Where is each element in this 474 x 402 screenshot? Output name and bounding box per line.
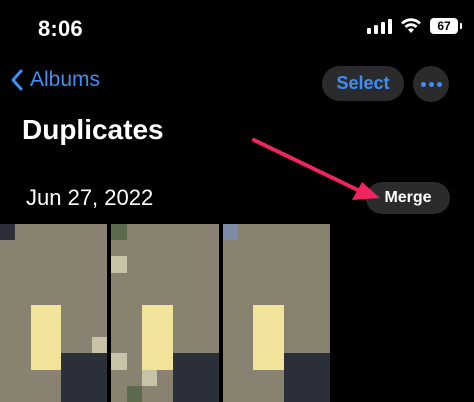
photo-thumbnail[interactable] (0, 224, 108, 402)
more-options-button[interactable] (413, 66, 449, 102)
battery-level: 67 (437, 19, 451, 33)
battery-icon: 67 (430, 18, 462, 34)
status-time: 8:06 (38, 16, 83, 41)
merge-button[interactable]: Merge (366, 182, 450, 214)
wifi-icon (401, 18, 421, 33)
status-icons: 67 (367, 18, 462, 34)
cellular-signal-icon (367, 18, 392, 34)
select-button[interactable]: Select (322, 66, 404, 101)
back-button[interactable]: Albums (10, 68, 100, 92)
navigation-bar: Albums Select (0, 60, 474, 108)
chevron-left-icon (11, 69, 23, 91)
photo-thumbnail[interactable] (111, 224, 219, 402)
duplicate-photos (0, 224, 330, 402)
photo-thumbnail[interactable] (222, 224, 330, 402)
status-bar: 8:06 67 (0, 0, 474, 60)
back-label: Albums (30, 68, 101, 91)
page-title: Duplicates (22, 114, 164, 145)
duplicate-group-date: Jun 27, 2022 (26, 185, 154, 210)
ellipsis-icon (420, 81, 442, 87)
